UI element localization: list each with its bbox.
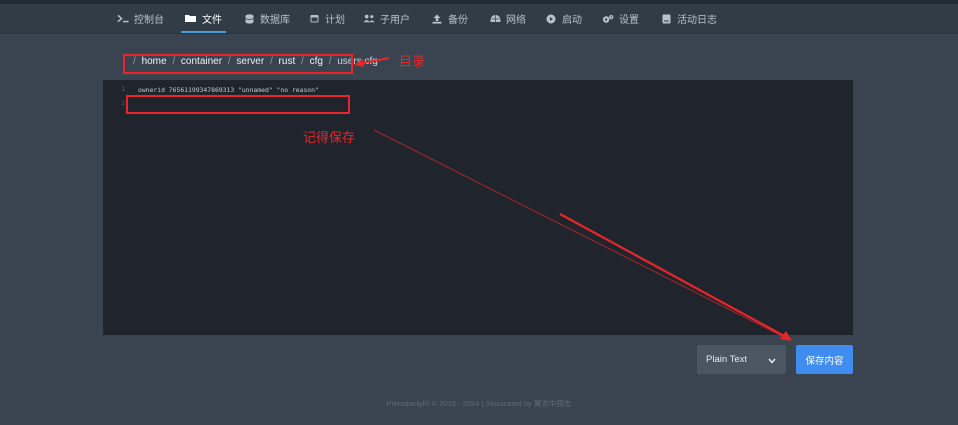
nav-item-label: 设置 bbox=[619, 15, 639, 26]
terminal-icon bbox=[117, 14, 129, 24]
nav-item-backups[interactable]: 备份 bbox=[431, 4, 468, 33]
nav-item-schedules[interactable]: 计划 bbox=[308, 4, 345, 33]
annotation-label-directory: 目录 bbox=[399, 54, 426, 69]
footer: Pterodactyl® © 2015 - 2024 | Sinicizated… bbox=[386, 399, 572, 408]
annotation-box-breadcrumb bbox=[123, 54, 353, 74]
annotation-box-line-2 bbox=[126, 95, 350, 114]
annotation-label-remember-save: 记得保存 bbox=[303, 130, 356, 145]
chevron-down-icon bbox=[768, 356, 776, 364]
line-number: 1 bbox=[121, 86, 125, 93]
language-select[interactable]: Plain Text bbox=[697, 345, 786, 374]
nav-item-files[interactable]: 文件 bbox=[181, 4, 226, 33]
network-icon bbox=[489, 14, 501, 24]
nav-item-settings[interactable]: 设置 bbox=[602, 4, 639, 33]
line-number-gutter: 1 2 bbox=[103, 80, 129, 335]
nav-item-network[interactable]: 网络 bbox=[489, 4, 526, 33]
server-nav-bar: 控制台 文件 数据库 计划 子用户 备份 网络 启动 设置 活动日志 bbox=[0, 4, 958, 34]
folder-icon bbox=[185, 14, 197, 24]
code-line-1[interactable]: ownerid 76561199347869313 "unnamed" "no … bbox=[138, 86, 319, 94]
line-number: 2 bbox=[121, 100, 125, 107]
upload-icon bbox=[431, 14, 443, 24]
nav-item-label: 备份 bbox=[448, 15, 468, 26]
calendar-icon bbox=[308, 14, 320, 24]
nav-item-label: 文件 bbox=[202, 15, 222, 26]
nav-item-label: 启动 bbox=[562, 15, 582, 26]
nav-item-console[interactable]: 控制台 bbox=[117, 4, 164, 33]
nav-item-label: 控制台 bbox=[134, 15, 164, 26]
language-select-value: Plain Text bbox=[706, 354, 748, 365]
gears-icon bbox=[602, 14, 614, 24]
play-icon bbox=[545, 14, 557, 24]
nav-item-activity-log[interactable]: 活动日志 bbox=[660, 4, 717, 33]
nav-item-label: 网络 bbox=[506, 15, 526, 26]
log-icon bbox=[660, 14, 672, 24]
nav-item-label: 活动日志 bbox=[677, 15, 717, 26]
code-editor[interactable]: 1 2 ownerid 76561199347869313 "unnamed" … bbox=[103, 80, 853, 335]
nav-item-label: 计划 bbox=[325, 15, 345, 26]
nav-item-label: 子用户 bbox=[380, 15, 410, 26]
nav-item-label: 数据库 bbox=[260, 15, 290, 26]
nav-item-startup[interactable]: 启动 bbox=[545, 4, 582, 33]
database-icon bbox=[243, 13, 255, 24]
save-content-label: 保存内容 bbox=[805, 355, 844, 367]
save-content-button[interactable]: 保存内容 bbox=[796, 345, 853, 374]
nav-item-users[interactable]: 子用户 bbox=[363, 4, 410, 33]
users-icon bbox=[363, 14, 375, 24]
nav-item-databases[interactable]: 数据库 bbox=[243, 4, 290, 33]
